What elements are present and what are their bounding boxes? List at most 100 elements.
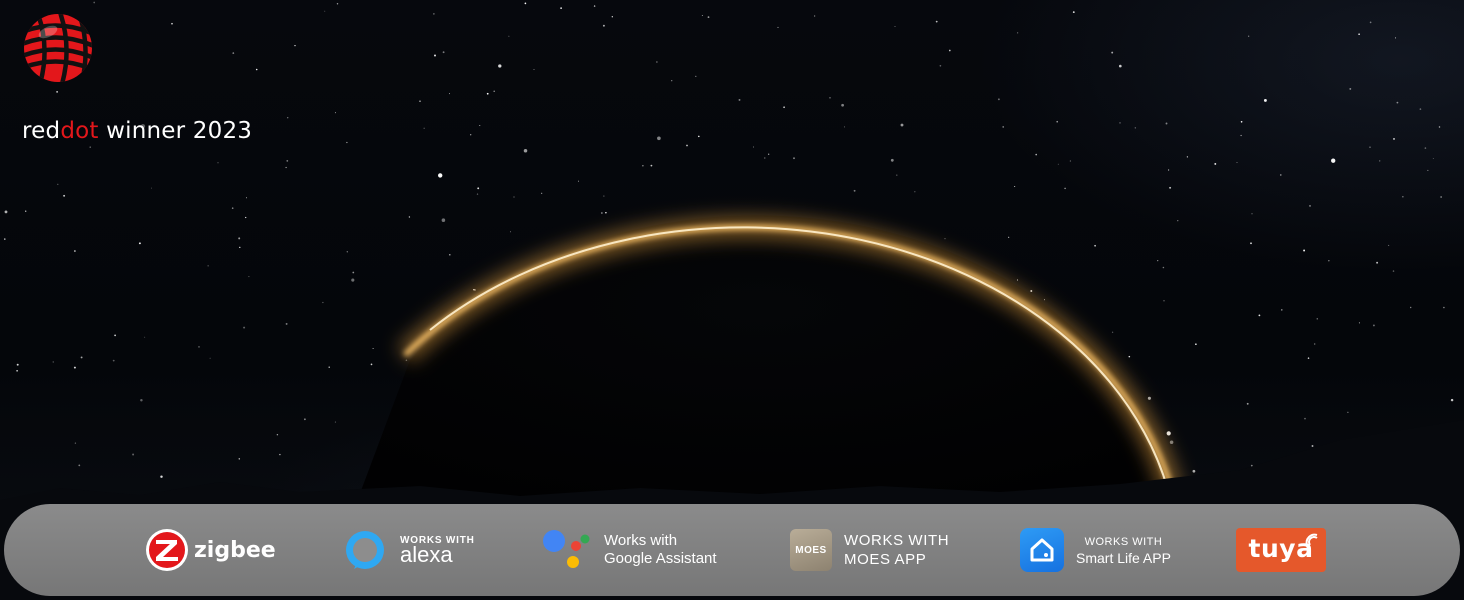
- star: [209, 357, 211, 359]
- star: [1163, 300, 1165, 302]
- star: [768, 153, 770, 155]
- star: [476, 193, 479, 195]
- star: [1246, 402, 1249, 405]
- star: [286, 116, 289, 119]
- star: [1119, 122, 1121, 124]
- star: [1438, 126, 1441, 128]
- star: [334, 421, 336, 423]
- award-text-dot: dot: [60, 118, 99, 144]
- star: [738, 98, 741, 101]
- star: [1064, 187, 1066, 190]
- star: [16, 369, 18, 372]
- google-assistant-label: Google Assistant: [604, 550, 717, 567]
- star: [541, 192, 543, 194]
- star: [1169, 440, 1174, 444]
- star: [1263, 98, 1267, 102]
- star: [914, 191, 916, 193]
- star: [57, 183, 59, 185]
- star: [577, 180, 580, 182]
- star: [138, 242, 141, 245]
- moes-tile-label: MOES: [795, 544, 827, 556]
- star: [470, 134, 472, 136]
- star: [1280, 174, 1282, 176]
- star: [276, 434, 279, 436]
- star: [352, 271, 355, 274]
- star: [112, 359, 115, 362]
- star: [752, 146, 755, 148]
- star: [890, 158, 894, 162]
- star: [419, 100, 421, 103]
- star: [1236, 162, 1238, 163]
- star: [783, 106, 785, 109]
- star: [1057, 163, 1059, 165]
- star: [405, 359, 408, 361]
- star: [78, 464, 81, 467]
- star: [449, 93, 451, 95]
- google-assistant-dots-icon: [543, 530, 590, 568]
- star: [1134, 127, 1136, 129]
- star: [1307, 357, 1310, 359]
- star: [1372, 324, 1375, 327]
- star: [707, 16, 710, 18]
- star: [829, 96, 831, 99]
- star: [438, 173, 443, 178]
- star: [1030, 290, 1033, 292]
- star: [650, 164, 653, 167]
- star: [560, 7, 562, 9]
- moes-app-label: MOES APP: [844, 551, 927, 568]
- star: [238, 458, 241, 460]
- star: [207, 265, 209, 267]
- star: [324, 10, 326, 12]
- star: [1424, 147, 1427, 149]
- star: [1258, 314, 1261, 317]
- star: [140, 399, 143, 402]
- star: [1281, 309, 1283, 311]
- star: [74, 250, 76, 252]
- star: [1166, 431, 1171, 436]
- zigbee-logo-icon: [146, 529, 188, 571]
- star: [56, 91, 58, 93]
- star: [1251, 213, 1253, 215]
- star: [814, 15, 816, 17]
- star: [1379, 160, 1381, 162]
- star: [346, 141, 348, 144]
- star: [232, 52, 235, 54]
- star: [477, 187, 480, 190]
- star: [1328, 260, 1330, 262]
- star: [304, 418, 306, 421]
- planet-body: [350, 215, 1172, 520]
- star: [1162, 266, 1165, 269]
- star: [449, 253, 451, 256]
- award-text-winner: winner 2023: [98, 118, 253, 144]
- star: [1311, 445, 1314, 447]
- star: [1432, 157, 1434, 159]
- star: [1157, 259, 1159, 262]
- star: [351, 278, 355, 282]
- star: [513, 196, 515, 198]
- star: [1056, 120, 1058, 123]
- star: [601, 212, 603, 214]
- star: [656, 61, 658, 63]
- star: [1240, 120, 1243, 123]
- star: [1316, 318, 1318, 320]
- star: [1192, 469, 1196, 473]
- smart-life-works-with-label: WORKS WITH: [1084, 536, 1163, 548]
- star: [150, 187, 152, 189]
- star: [524, 2, 527, 5]
- star: [605, 212, 607, 214]
- star: [73, 366, 76, 369]
- star: [248, 276, 250, 278]
- star: [1169, 186, 1172, 189]
- smart-life-app-label: Smart Life APP: [1076, 550, 1171, 566]
- star: [285, 166, 287, 169]
- moes-app-icon: MOES: [790, 529, 832, 571]
- star: [1118, 64, 1122, 68]
- star: [1376, 261, 1379, 264]
- star: [1331, 158, 1336, 163]
- star: [1419, 108, 1422, 110]
- star: [4, 238, 6, 240]
- star: [698, 135, 700, 138]
- star: [1069, 160, 1072, 162]
- star: [1128, 355, 1131, 358]
- star: [642, 165, 644, 167]
